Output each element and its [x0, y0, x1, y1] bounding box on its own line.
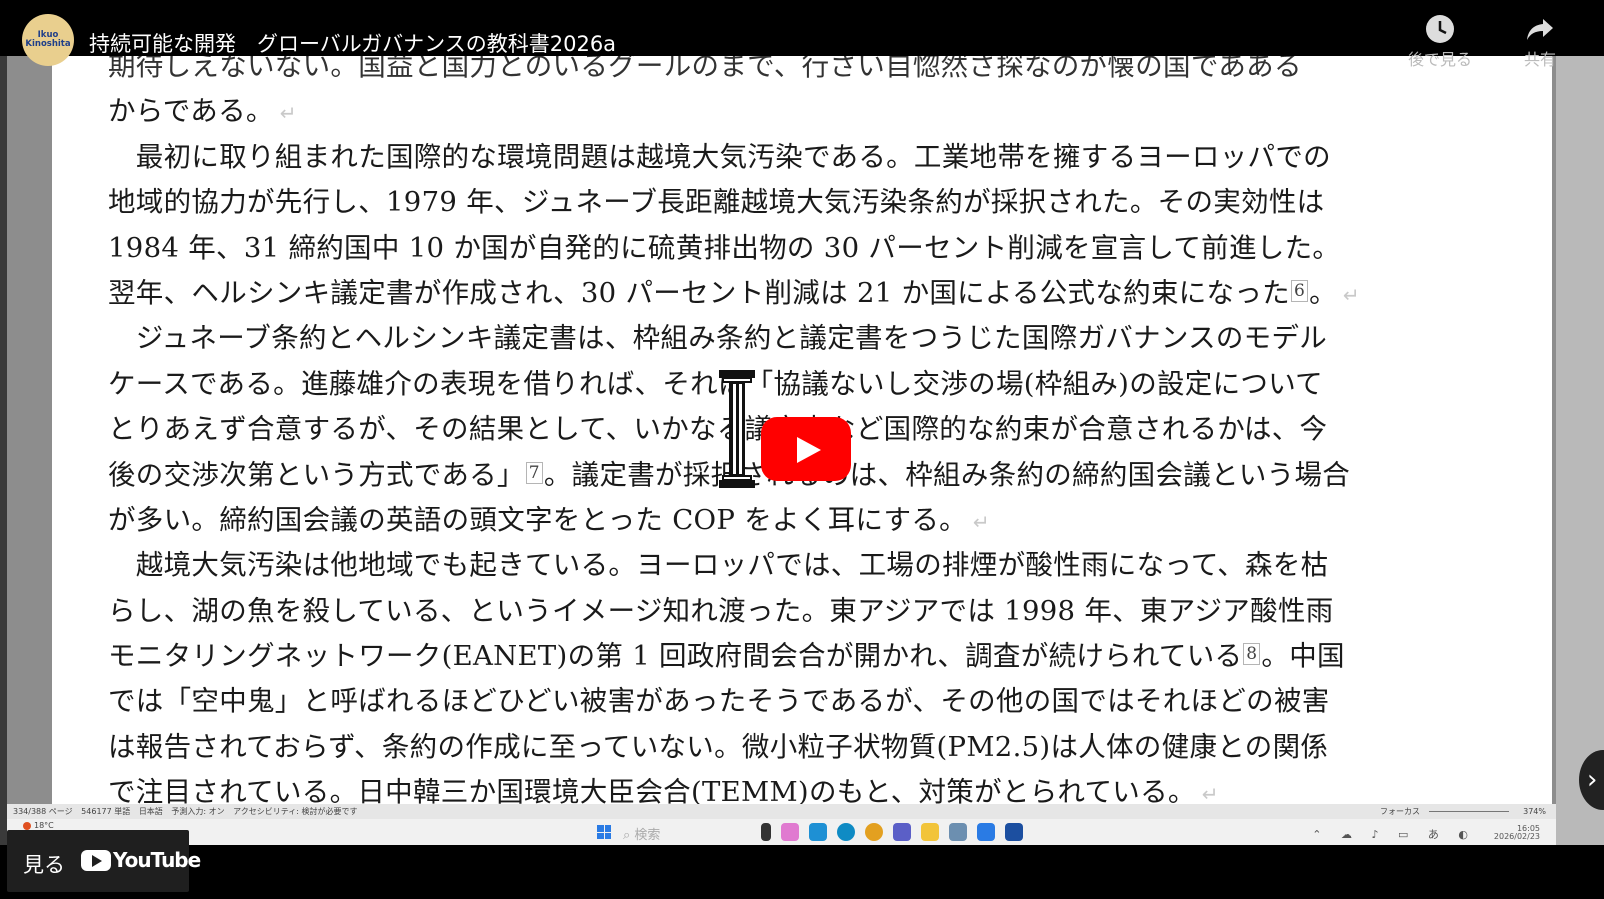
- paragraph-mark: ↵: [972, 509, 990, 534]
- youtube-logo-text: YouTube: [113, 848, 201, 872]
- taskbar-clock: 16:05 2026/02/23: [1493, 824, 1540, 841]
- watch-later-button[interactable]: 後で見る: [1398, 14, 1482, 70]
- doc-line: は報告されておらず、条約の作成に至っていない。微小粒子状物質(PM2.5)は人体…: [108, 730, 1329, 763]
- windows-taskbar: 18°C ⌕ 検索 ⌃ ☁ ♪ ▭ あ ◐ 16:05 2026/02/23: [7, 819, 1556, 845]
- status-zoom: 374%: [1523, 807, 1546, 816]
- status-language: 日本語: [138, 807, 163, 816]
- doc-line: 翌年、ヘルシンキ議定書が作成され、30 パーセント削減は 21 か国による公式な…: [108, 276, 1360, 309]
- paragraph-mark: ↵: [1342, 282, 1360, 307]
- paragraph-mark: ↵: [1201, 782, 1219, 807]
- text-cursor-icon: [719, 370, 755, 488]
- window-edge: [0, 0, 7, 845]
- doc-line: 1984 年、31 締約国中 10 か国が自発的に硫黄排出物の 30 パーセント…: [108, 231, 1341, 264]
- share-arrow-icon: [1527, 19, 1553, 40]
- word-status-bar: 334/388 ページ 546177 単語 日本語 予測入力: オン アクセシビ…: [7, 804, 1556, 819]
- status-focus: フォーカス: [1380, 807, 1421, 816]
- doc-line: らし、湖の魚を殺している、というイメージ知れ渡った。東アジアでは 1998 年、…: [108, 594, 1334, 627]
- status-ime: 予測入力: オン: [171, 807, 225, 816]
- taskbar-search: ⌕ 検索: [623, 828, 661, 843]
- footnote-ref: 8: [1243, 643, 1261, 666]
- doc-line: からである。 ↵: [108, 95, 297, 128]
- play-button[interactable]: [761, 417, 851, 481]
- doc-line: が多い。締約国会議の英語の頭文字をとった COP をよく耳にする。 ↵: [108, 503, 990, 536]
- edge-icon: [837, 823, 855, 841]
- app-icon: [761, 823, 771, 841]
- folder-icon: [921, 823, 939, 841]
- tray-icons: ⌃ ☁ ♪ ▭ あ ◐: [1312, 828, 1476, 841]
- watch-later-label: 後で見る: [1407, 50, 1472, 69]
- windows-start-icon: [597, 825, 611, 839]
- watch-label: 見る: [23, 853, 65, 877]
- watch-on-youtube-button[interactable]: 見る YouTube: [7, 830, 201, 892]
- scrollbar-area: [1556, 0, 1604, 845]
- doc-line: 地域的協力が先行し、1979 年、ジュネーブ長距離越境大気汚染条約が採択された。…: [108, 186, 1325, 219]
- weather-icon: [23, 821, 31, 830]
- app-icon: [809, 823, 827, 841]
- doc-line: ジュネーブ条約とヘルシンキ議定書は、枠組み条約と議定書をつうじた国際ガバナンスの…: [108, 322, 1328, 355]
- chrome-icon: [865, 823, 883, 841]
- doc-line: では「空中鬼」と呼ばれるほどひどい被害があったそうであるが、その他の国ではそれほ…: [108, 685, 1330, 718]
- youtube-play-icon: [81, 849, 111, 871]
- app-icon: [781, 823, 799, 841]
- app-icon: [977, 823, 995, 841]
- paragraph-mark: ↵: [279, 101, 297, 126]
- status-words: 546177 単語: [81, 807, 131, 816]
- footnote-ref: 6: [1290, 279, 1309, 302]
- share-button[interactable]: 共有: [1510, 14, 1570, 70]
- bottom-bar: [0, 845, 1604, 899]
- settings-icon: [949, 823, 967, 841]
- zoom-slider: [1428, 811, 1509, 812]
- footnote-ref: 7: [525, 461, 543, 484]
- status-page: 334/388 ページ: [13, 807, 73, 816]
- video-title[interactable]: 持続可能な開発 グローバルガバナンスの教科書2026a: [89, 28, 616, 58]
- youtube-logo: YouTube: [81, 848, 201, 872]
- channel-avatar[interactable]: Ikuo Kinoshita: [22, 14, 74, 66]
- status-accessibility: アクセシビリティ: 検討が必要です: [233, 807, 358, 816]
- share-label: 共有: [1523, 50, 1556, 69]
- clock-icon: [1426, 15, 1454, 43]
- weather-widget: 18°C: [23, 821, 54, 830]
- teams-icon: [893, 823, 911, 841]
- doc-line: 最初に取り組まれた国際的な環境問題は越境大気汚染である。工業地帯を擁するヨーロッ…: [108, 140, 1331, 173]
- word-icon: [1005, 823, 1023, 841]
- doc-line: モニタリングネットワーク(EANET)の第 1 回政府間会合が開かれ、調査が続け…: [108, 640, 1345, 673]
- doc-line: 越境大気汚染は他地域でも起きている。ヨーロッパでは、工場の排煙が酸性雨になって、…: [108, 549, 1329, 582]
- taskbar-apps: [761, 823, 1023, 841]
